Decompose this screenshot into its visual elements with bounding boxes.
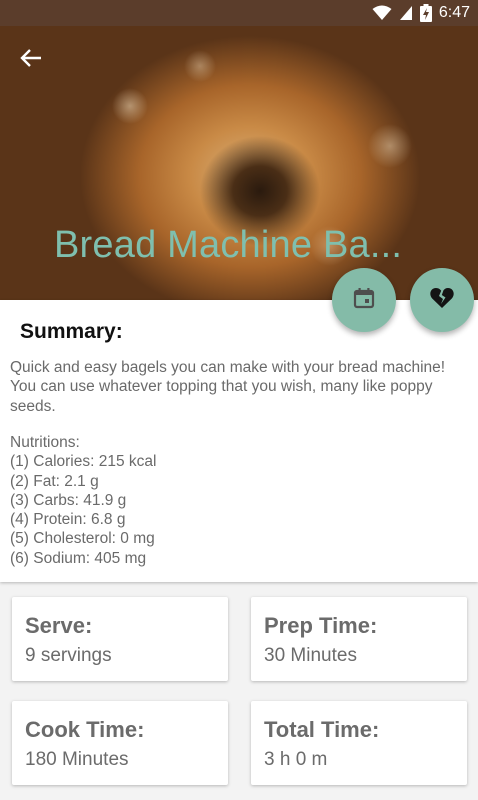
- serve-card: Serve: 9 servings: [12, 597, 228, 681]
- total-time-label: Total Time:: [264, 717, 380, 742]
- arrow-back-icon: [20, 48, 42, 73]
- broken-heart-icon: [429, 286, 455, 315]
- nutrition-item: (6) Sodium: 405 mg: [10, 549, 147, 567]
- nutrition-item: (5) Cholesterol: 0 mg: [10, 530, 155, 548]
- battery-charging-icon: [419, 4, 432, 22]
- status-time: 6:47: [438, 4, 470, 21]
- cook-time-label: Cook Time:: [25, 717, 145, 742]
- serve-label: Serve:: [25, 613, 93, 638]
- prep-time-label: Prep Time:: [264, 613, 378, 638]
- wifi-icon: [372, 5, 392, 21]
- back-button[interactable]: [14, 46, 48, 74]
- prep-time-value: 30 Minutes: [264, 645, 357, 666]
- calendar-icon: [352, 286, 376, 315]
- nutrition-item: (3) Carbs: 41.9 g: [10, 491, 127, 509]
- unfavorite-button[interactable]: [410, 268, 474, 332]
- nutrition-list: Nutritions: (1) Calories: 215 kcal (2) F…: [10, 433, 472, 568]
- nutrition-item: (2) Fat: 2.1 g: [10, 472, 99, 490]
- nutrition-item: (4) Protein: 6.8 g: [10, 511, 126, 529]
- status-bar: 6:47: [0, 0, 478, 26]
- summary-heading: Summary:: [20, 320, 123, 343]
- serve-value: 9 servings: [25, 645, 112, 666]
- prep-time-card: Prep Time: 30 Minutes: [251, 597, 467, 681]
- add-to-calendar-button[interactable]: [332, 268, 396, 332]
- nutrition-item: (1) Calories: 215 kcal: [10, 453, 157, 471]
- cook-time-card: Cook Time: 180 Minutes: [12, 701, 228, 785]
- total-time-value: 3 h 0 m: [264, 749, 328, 770]
- summary-description: Quick and easy bagels you can make with …: [10, 359, 446, 415]
- recipe-title: Bread Machine Ba...: [54, 224, 403, 266]
- nutrition-label: Nutritions:: [10, 434, 80, 451]
- summary-card: Summary: Quick and easy bagels you can m…: [0, 300, 478, 582]
- cell-signal-icon: [399, 5, 413, 21]
- cook-time-value: 180 Minutes: [25, 749, 129, 770]
- total-time-card: Total Time: 3 h 0 m: [251, 701, 467, 785]
